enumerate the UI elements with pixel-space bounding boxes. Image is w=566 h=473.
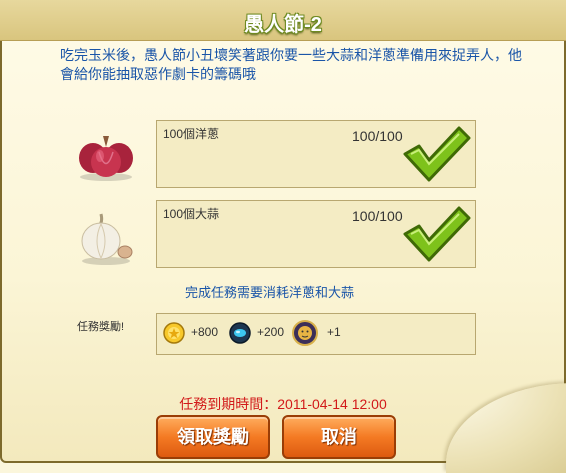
checkmark-icon [401, 204, 471, 269]
reward-amount: +800 [191, 325, 219, 339]
dialog-title: 愚人節-2 [244, 14, 322, 36]
lion-badge-icon [292, 319, 318, 352]
task-progress: 100/100 [352, 208, 403, 224]
reward-amount: +200 [257, 325, 285, 339]
task-name: 100個大蒜 [163, 207, 220, 221]
onion-icon [75, 130, 137, 187]
blue-gem-icon [229, 322, 251, 349]
task-name: 100個洋蔥 [163, 127, 220, 141]
quest-description: 吃完玉米後，愚人節小丑壞笑著跟你要一些大蒜和洋蔥準備用來捉弄人，他會給你能抽取惡… [60, 47, 522, 82]
garlic-icon [75, 208, 137, 271]
gold-coin-icon [163, 322, 185, 349]
title-bar: 愚人節-2 [0, 0, 566, 41]
checkmark-icon [401, 124, 471, 189]
reward-box: +800 +200 +1 [156, 313, 476, 355]
reward-amount: +1 [327, 325, 341, 339]
task-onion-box: 100個洋蔥 100/100 [156, 120, 476, 188]
reward-label: 任務獎勵! [77, 321, 125, 333]
claim-reward-button[interactable]: 領取獎勵 [156, 415, 270, 459]
cancel-button[interactable]: 取消 [282, 415, 396, 459]
consume-note: 完成任務需要消耗洋蔥和大蒜 [185, 285, 355, 300]
task-progress: 100/100 [352, 128, 403, 144]
task-garlic-box: 100個大蒜 100/100 [156, 200, 476, 268]
